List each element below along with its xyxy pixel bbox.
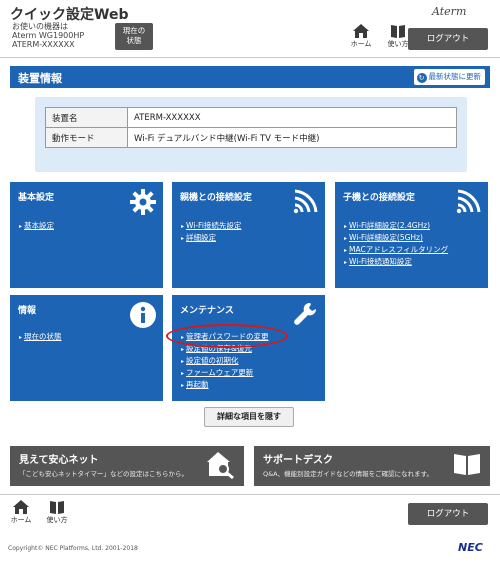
banner-safe-net[interactable]: 見えて安心ネット 「こども安心ネットタイマー」などの設定はこちらから。 [10, 446, 244, 486]
wrench-icon [294, 302, 317, 325]
tile-title: メンテナンス [180, 306, 234, 316]
banner-description: 「こども安心ネットタイマー」などの設定はこちらから。 [19, 470, 188, 478]
manual-nav[interactable]: 使い方 [40, 500, 74, 525]
tile-parent-connection: 親機との接続設定 Wi-Fi接続先設定 詳細設定 [172, 182, 325, 288]
book-icon [391, 25, 405, 38]
hide-advanced-button[interactable]: 詳細な項目を隠す [204, 407, 294, 427]
home-icon [353, 24, 369, 38]
banner-title: サポートデスク [263, 455, 333, 466]
link-basic-settings[interactable]: 基本設定 [19, 220, 54, 232]
link-wifi-connection[interactable]: Wi-Fi接続先設定 [181, 220, 241, 232]
book-icon [50, 501, 64, 514]
device-name: ATERM-XXXXXX [12, 40, 75, 49]
tile-link-list: Wi-Fi詳細設定(2.4GHz) Wi-Fi詳細設定(5GHz) MACアドレ… [344, 220, 448, 268]
home-icon [13, 500, 29, 514]
tile-title: 親機との接続設定 [180, 193, 252, 203]
gear-icon [130, 189, 156, 215]
link-wifi-notify[interactable]: Wi-Fi接続通知設定 [344, 256, 448, 268]
home-label: ホーム [350, 40, 372, 48]
copyright: Copyright© NEC Platforms, Ltd. 2001-2018 [8, 545, 138, 552]
logout-button[interactable]: ログアウト [408, 28, 488, 50]
header: クイック設定Web お使いの機器は Aterm WG1900HP ATERM-X… [0, 0, 500, 58]
wifi-icon [456, 189, 481, 214]
info-key: 動作モード [45, 127, 128, 148]
brand-logo: Aterm [432, 5, 467, 18]
tile-title: 基本設定 [18, 193, 55, 203]
info-value: Wi-Fi デュアルバンド中継(Wi-Fi TV モード中継) [127, 127, 457, 148]
nec-logo: NEC [458, 541, 483, 554]
page-title: 装置情報 [18, 72, 62, 85]
link-factory-reset[interactable]: 設定値の初期化 [181, 355, 269, 367]
banner-title: 見えて安心ネット [19, 455, 99, 466]
link-wifi-detail-5[interactable]: Wi-Fi詳細設定(5GHz) [344, 232, 448, 244]
info-value: ATERM-XXXXXX [127, 107, 457, 128]
highlight-annotation [166, 324, 288, 348]
section-title-bar: 装置情報 ↻ 最新状態に更新 [10, 66, 490, 88]
banner-description: Q&A、機能別設定ガイドなどの情報をご確認になれます。 [263, 470, 433, 478]
home-nav[interactable]: ホーム [4, 500, 38, 525]
table-row: 動作モード Wi-Fi デュアルバンド中継(Wi-Fi TV モード中継) [45, 127, 457, 148]
device-model: Aterm WG1900HP [12, 31, 85, 40]
app-title: クイック設定Web [10, 7, 129, 23]
tile-link-list: 基本設定 [19, 220, 54, 232]
wifi-icon [293, 189, 318, 214]
info-icon [130, 302, 156, 328]
link-current-status[interactable]: 現在の状態 [19, 331, 62, 343]
device-info-panel: 装置名 ATERM-XXXXXX 動作モード Wi-Fi デュアルバンド中継(W… [35, 97, 467, 172]
tile-title: 情報 [18, 306, 37, 316]
link-firmware-update[interactable]: ファームウェア更新 [181, 367, 269, 379]
banner-support-desk[interactable]: サポートデスク Q&A、機能別設定ガイドなどの情報をご確認になれます。 [254, 446, 490, 486]
tile-basic-settings: 基本設定 基本設定 [10, 182, 163, 288]
info-key: 装置名 [45, 107, 128, 128]
open-book-icon [454, 454, 480, 475]
home-nav[interactable]: ホーム [344, 24, 378, 49]
home-label: ホーム [10, 516, 32, 524]
table-row: 装置名 ATERM-XXXXXX [45, 107, 457, 128]
device-label: お使いの機器は [12, 22, 68, 31]
device-info-table: 装置名 ATERM-XXXXXX 動作モード Wi-Fi デュアルバンド中継(W… [45, 107, 457, 148]
tile-information: 情報 現在の状態 [10, 295, 163, 401]
link-detail-settings[interactable]: 詳細設定 [181, 232, 241, 244]
link-reboot[interactable]: 再起動 [181, 379, 269, 391]
tile-child-connection: 子機との接続設定 Wi-Fi詳細設定(2.4GHz) Wi-Fi詳細設定(5GH… [335, 182, 488, 288]
current-status-button[interactable]: 現在の 状態 [115, 23, 153, 50]
refresh-button[interactable]: ↻ 最新状態に更新 [413, 69, 485, 85]
tile-title: 子機との接続設定 [343, 193, 415, 203]
manual-label: 使い方 [46, 516, 68, 524]
link-wifi-detail-24[interactable]: Wi-Fi詳細設定(2.4GHz) [344, 220, 448, 232]
refresh-icon: ↻ [416, 73, 427, 83]
footer-nav: ホーム 使い方 ログアウト [0, 494, 500, 530]
tile-link-list: 現在の状態 [19, 331, 62, 343]
tile-link-list: Wi-Fi接続先設定 詳細設定 [181, 220, 241, 244]
refresh-label: 最新状態に更新 [428, 72, 482, 81]
link-mac-filtering[interactable]: MACアドレスフィルタリング [344, 244, 448, 256]
tile-maintenance: メンテナンス 管理者パスワードの変更 設定値の保存&復元 設定値の初期化 ファー… [172, 295, 325, 401]
house-search-icon [207, 452, 234, 479]
logout-button[interactable]: ログアウト [408, 503, 488, 525]
